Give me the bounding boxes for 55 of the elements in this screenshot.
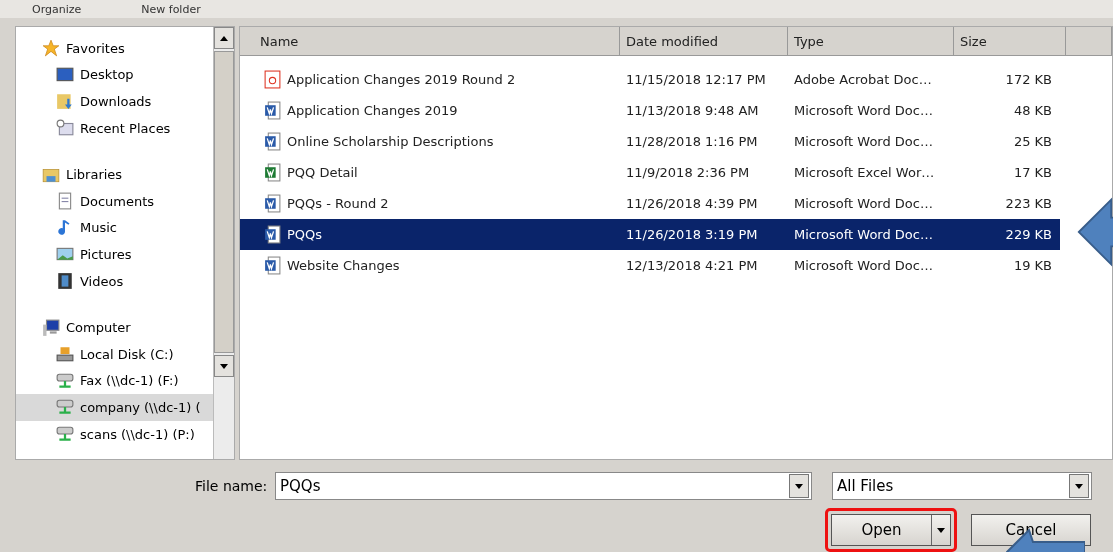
file-type-dropdown[interactable]: All Files: [832, 472, 1092, 500]
dropdown-arrow-icon: [795, 483, 803, 489]
document-icon: [56, 192, 74, 211]
nav-item[interactable]: Desktop: [16, 61, 213, 89]
column-header[interactable]: Size: [954, 27, 1066, 55]
file-row[interactable]: PQQs - Round 2 11/26/2018 4:39 PM Microsoft Word Doc… 223 KB: [240, 188, 1060, 219]
file-name-field[interactable]: PQQs: [275, 472, 812, 500]
drive-icon: [56, 345, 74, 364]
document-file-icon: [264, 256, 281, 275]
column-header[interactable]: Date modified: [620, 27, 788, 55]
file-row[interactable]: Online Scholarship Descriptions 11/28/2018 1:16 PM Microsoft Word Doc… 25 KB: [240, 126, 1060, 157]
nav-item[interactable]: Documents: [16, 187, 213, 215]
column-header[interactable]: Name: [240, 27, 620, 55]
dropdown-arrow-icon: [937, 527, 945, 533]
nav-group-header[interactable]: Computer: [16, 314, 213, 341]
nav-item[interactable]: scans (\\dc-1) (P:): [16, 420, 213, 448]
nav-item[interactable]: Recent Places: [16, 114, 213, 142]
nav-item[interactable]: Fax (\\dc-1) (F:): [16, 367, 213, 395]
nav-group-header[interactable]: Libraries: [16, 161, 213, 188]
file-row[interactable]: Website Changes 12/13/2018 4:21 PM Microsoft Word Doc… 19 KB: [240, 250, 1060, 281]
nav-item[interactable]: Music: [16, 214, 213, 242]
document-file-icon: [264, 132, 281, 151]
nav-item[interactable]: Downloads: [16, 88, 213, 115]
up-arrow-icon: [220, 35, 228, 41]
pdf-file-icon: [264, 70, 281, 89]
document-file-icon: [264, 225, 281, 244]
nav-group-header[interactable]: Favorites: [16, 35, 213, 62]
monitor-icon: [56, 65, 74, 84]
toolbar-button[interactable]: New folder: [141, 2, 201, 16]
toolbar-button[interactable]: Organize: [32, 2, 82, 16]
nav-item[interactable]: Local Disk (C:): [16, 340, 213, 368]
network-drive-icon: [56, 371, 74, 390]
nav-item[interactable]: Pictures: [16, 241, 213, 268]
folder-icon: [56, 92, 74, 111]
network-drive-icon: [56, 398, 74, 417]
file-row[interactable]: PQQs 11/26/2018 3:19 PM Microsoft Word Doc… 229 KB: [240, 219, 1060, 250]
scrollbar[interactable]: [213, 27, 234, 459]
dropdown-arrow-icon: [1075, 483, 1083, 489]
down-arrow-icon: [220, 363, 228, 369]
nav-item[interactable]: Videos: [16, 267, 213, 295]
network-drive-icon: [56, 425, 74, 443]
file-row[interactable]: Application Changes 2019 11/13/2018 9:48 AM Microsoft Word Doc… 48 KB: [240, 95, 1060, 126]
nav-item[interactable]: company (\\dc-1) (: [16, 394, 213, 421]
column-header[interactable]: Type: [788, 27, 954, 55]
file-row[interactable]: PQQ Detail 11/9/2018 2:36 PM Microsoft Excel Wor… 17 KB: [240, 157, 1060, 188]
computer-icon: [42, 318, 60, 337]
open-button[interactable]: Open: [831, 514, 951, 546]
film-icon: [56, 272, 74, 291]
spreadsheet-file-icon: [264, 163, 281, 182]
star-icon: [42, 39, 60, 58]
file-row[interactable]: Application Changes 2019 Round 2 11/15/2018 12:17 PM Adobe Acrobat Doc… 172 KB: [240, 64, 1060, 95]
document-file-icon: [264, 194, 281, 213]
document-file-icon: [264, 101, 281, 120]
arrow-annotation: [1075, 196, 1113, 268]
file-name-label: File name:: [195, 478, 269, 494]
